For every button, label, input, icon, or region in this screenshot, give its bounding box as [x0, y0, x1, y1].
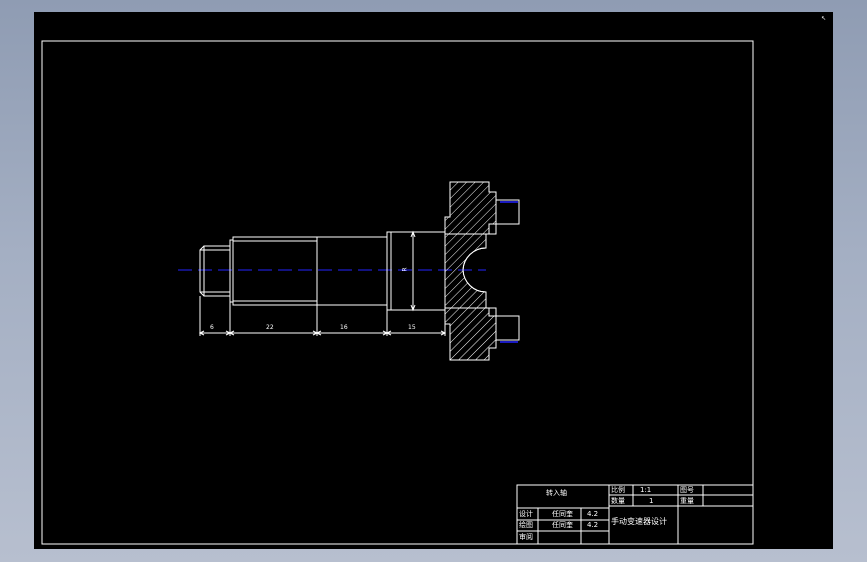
drawn-label: 绘图 — [519, 521, 533, 529]
dim-label-3: 16 — [340, 324, 348, 331]
review-label: 审阅 — [519, 533, 533, 541]
flange-section — [444, 181, 497, 361]
part-name: 转入轴 — [546, 489, 567, 497]
drawn-name: 任同奎 — [552, 521, 573, 529]
weight-label: 重量 — [680, 497, 694, 505]
project-title: 手动变速器设计 — [611, 517, 667, 526]
dim-label-4: 15 — [408, 324, 416, 331]
corner-cursor-icon: ↖ — [821, 15, 827, 22]
sheet-border — [41, 40, 754, 545]
cad-viewport[interactable]: 6 22 16 15 R 转入轴 比例 1:1 图号 数量 1 重量 设计 任同… — [34, 12, 833, 549]
design-name: 任同奎 — [552, 510, 573, 518]
quantity-value: 1 — [649, 497, 654, 505]
dim-label-2: 22 — [266, 324, 274, 331]
scale-label: 比例 — [611, 486, 625, 494]
design-date: 4.2 — [587, 510, 599, 518]
dim-label-vertical: R — [401, 267, 409, 272]
drawing-canvas — [41, 40, 754, 545]
drawing-no-label: 图号 — [680, 486, 694, 494]
drawn-date: 4.2 — [587, 521, 599, 529]
scale-value: 1:1 — [640, 486, 652, 494]
dim-label-1: 6 — [210, 324, 214, 331]
quantity-label: 数量 — [611, 497, 625, 505]
design-label: 设计 — [519, 510, 533, 518]
vertical-dimension — [410, 230, 416, 312]
